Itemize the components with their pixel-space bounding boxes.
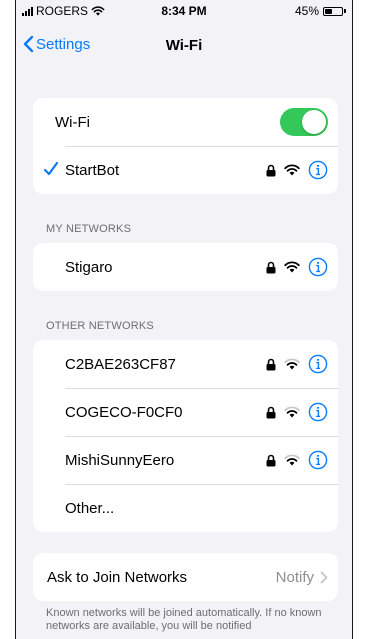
nav-bar: Settings Wi-Fi [16,22,352,66]
checkmark-icon [43,161,59,176]
wifi-icon [284,261,300,273]
wifi-icon [284,406,300,418]
ask-to-join-value-wrap: Notify [276,553,328,601]
wifi-toggle[interactable] [280,108,328,136]
other-networks-header: OTHER NETWORKS [46,320,154,332]
status-bar: ROGERS 8:34 PM 45% [16,0,352,22]
footer-text: Known networks will be joined automatica… [46,607,322,632]
network-name: C2BAE263CF87 [65,355,176,373]
info-icon[interactable] [308,354,328,374]
lock-icon [266,406,276,418]
ask-to-join-group: Ask to Join Networks Notify [33,553,338,601]
wifi-toggle-row: Wi-Fi [33,98,338,146]
network-row[interactable]: Stigaro [33,243,338,291]
lock-icon [266,164,276,176]
info-icon[interactable] [308,257,328,277]
connected-network-row[interactable]: StartBot [33,146,338,194]
wifi-group: Wi-Fi StartBot [33,98,338,194]
network-name: COGECO-F0CF0 [65,403,183,421]
network-row[interactable]: MishiSunnyEero [33,436,338,484]
info-icon[interactable] [308,160,328,180]
other-network-label: Other... [65,499,115,517]
my-networks-header: MY NETWORKS [46,223,132,235]
info-icon[interactable] [308,450,328,470]
wifi-icon [284,454,300,466]
chevron-right-icon [320,571,328,583]
toggle-knob [302,110,326,134]
my-networks-group: Stigaro [33,243,338,291]
network-icons [266,388,328,436]
network-row[interactable]: COGECO-F0CF0 [33,388,338,436]
info-icon[interactable] [308,402,328,422]
connected-network-name: StartBot [65,161,120,179]
other-network-row[interactable]: Other... [33,484,338,532]
ask-to-join-row[interactable]: Ask to Join Networks Notify [33,553,338,601]
network-icons [266,340,328,388]
lock-icon [266,454,276,466]
network-name: MishiSunnyEero [65,451,175,469]
battery-cap [344,9,346,13]
other-networks-group: C2BAE263CF87 COGECO-F0CF0 MishiSunnyEero… [33,340,338,532]
settings-screen: ROGERS 8:34 PM 45% Settings Wi-Fi Wi-Fi … [15,0,353,639]
wifi-icon [284,164,300,176]
page-title: Wi-Fi [165,37,203,54]
wifi-toggle-label: Wi-Fi [55,113,90,131]
network-icons [266,436,328,484]
status-right: 45% [295,4,346,18]
network-icons [266,243,328,291]
lock-icon [266,358,276,370]
battery-icon [323,6,343,16]
network-icons [266,146,328,194]
ask-to-join-value: Notify [275,568,314,586]
lock-icon [266,261,276,273]
battery-percent: 45% [294,4,319,18]
network-row[interactable]: C2BAE263CF87 [33,340,338,388]
network-name: Stigaro [65,258,113,276]
ask-to-join-label: Ask to Join Networks [47,568,188,586]
wifi-icon [284,358,300,370]
